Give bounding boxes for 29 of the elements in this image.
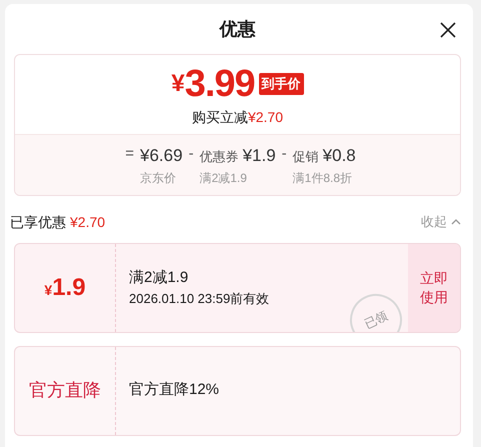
price-component-amount: ¥0.8	[322, 145, 356, 167]
coupon-title: 满2减1.9	[129, 268, 190, 288]
price-component-amount: ¥6.69	[140, 145, 183, 167]
price-component-name: 优惠券	[200, 148, 239, 166]
discount-tag: 官方直降	[29, 377, 101, 404]
price-component-note: 京东价	[140, 170, 178, 186]
final-price: 3.99	[184, 65, 255, 103]
coupon-value: 1.9	[52, 272, 86, 302]
saving-label: 购买立减	[192, 108, 248, 127]
currency-sign: ¥	[44, 280, 52, 300]
enjoyed-label: 已享优惠	[10, 212, 66, 232]
discount-title: 官方直降12%	[129, 380, 220, 400]
operator: -	[188, 144, 194, 164]
price-component-note: 满1件8.8折	[292, 170, 354, 186]
collapse-toggle[interactable]: 收起	[421, 212, 461, 232]
price-component-name: 促销	[292, 148, 319, 166]
close-button[interactable]	[439, 21, 457, 39]
close-icon	[439, 21, 457, 39]
price-component-amount: ¥1.9	[242, 145, 276, 167]
use-now-button[interactable]: 立即使用	[408, 244, 460, 332]
dialog-title: 优惠	[220, 18, 256, 40]
operator: -	[282, 144, 287, 164]
price-tag: 到手价	[258, 73, 304, 95]
saving-amount: ¥2.70	[248, 108, 284, 127]
enjoyed-amount: ¥2.70	[70, 212, 106, 232]
price-component-note: 满2减1.9	[200, 170, 248, 186]
coupon-validity: 2026.01.10 23:59前有效	[129, 290, 270, 308]
operator: =	[125, 144, 134, 164]
currency-sign: ¥	[171, 69, 185, 99]
